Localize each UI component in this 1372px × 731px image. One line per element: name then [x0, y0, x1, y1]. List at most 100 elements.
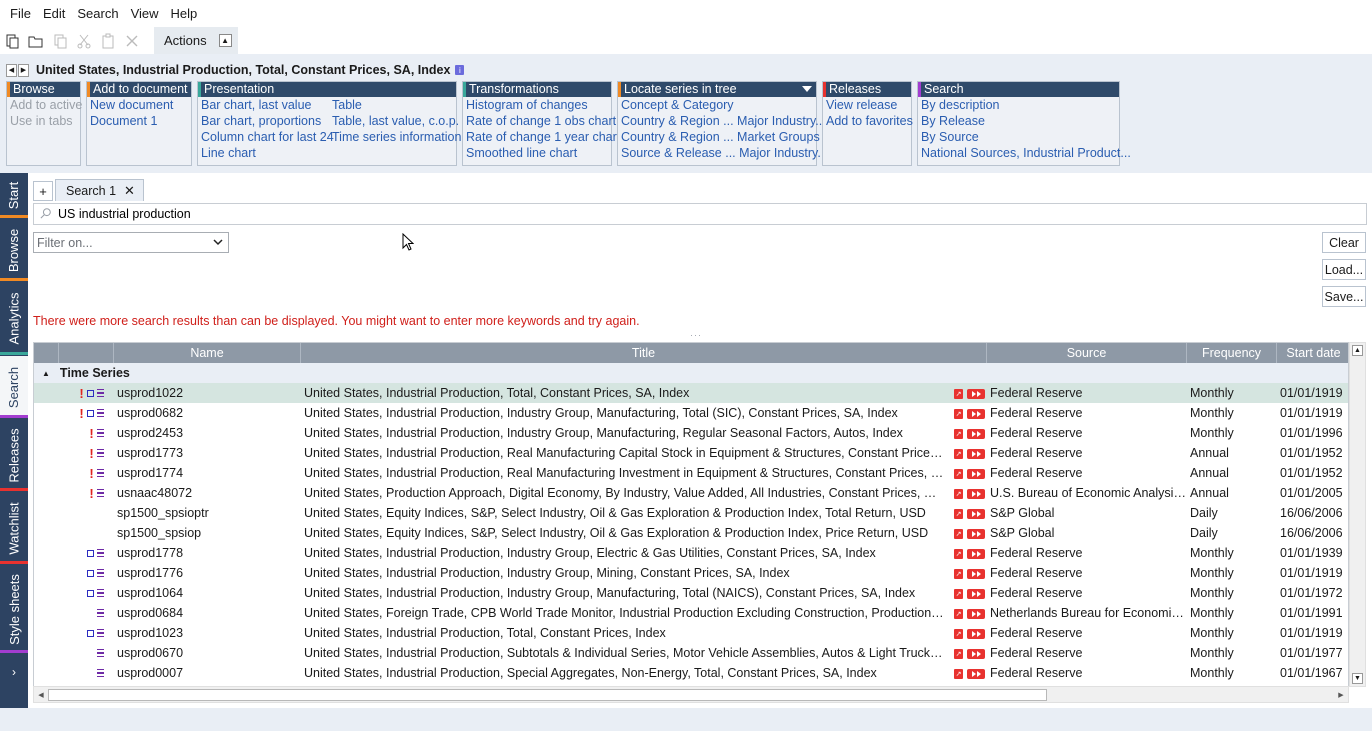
actions-tab[interactable]: Actions ▲: [154, 27, 238, 54]
link-column-chart-last-24[interactable]: Column chart for last 24: [200, 129, 334, 145]
add-series-icon[interactable]: [967, 629, 985, 639]
link-country-region-market-groups[interactable]: Country & Region ... Market Groups: [620, 129, 828, 145]
add-series-icon[interactable]: [967, 609, 985, 619]
add-tab-button[interactable]: +: [33, 181, 53, 201]
table-row[interactable]: usprod1023 United States, Industrial Prod…: [34, 623, 1348, 643]
table-row[interactable]: ! usnaac48072 United States, Production Ap…: [34, 483, 1348, 503]
table-row[interactable]: ! usprod1022 United States, Industrial Pro…: [34, 383, 1348, 403]
paste-icon[interactable]: [96, 29, 120, 53]
new-document-icon[interactable]: [0, 29, 24, 53]
link-histogram-of-changes[interactable]: Histogram of changes: [465, 97, 620, 113]
table-row[interactable]: sp1500_spsiop United States, Equity Indic…: [34, 523, 1348, 543]
horizontal-scrollbar[interactable]: ◀ ▶: [33, 686, 1349, 703]
add-series-icon[interactable]: [967, 589, 985, 599]
table-row[interactable]: usprod1778 United States, Industrial Prod…: [34, 543, 1348, 563]
tab-browse[interactable]: Browse: [0, 219, 28, 281]
menu-search[interactable]: Search: [71, 0, 124, 27]
table-row[interactable]: usprod0007 United States, Industrial Prod…: [34, 663, 1348, 683]
table-row[interactable]: ! usprod2453 United States, Industrial Pro…: [34, 423, 1348, 443]
nav-forward-icon[interactable]: ▶: [18, 63, 29, 77]
link-by-source[interactable]: By Source: [920, 129, 1131, 145]
table-row[interactable]: usprod0670 United States, Industrial Prod…: [34, 643, 1348, 663]
add-series-icon[interactable]: [967, 389, 985, 399]
add-series-icon[interactable]: [967, 549, 985, 559]
open-series-icon[interactable]: ↗: [954, 649, 963, 659]
clear-button[interactable]: Clear: [1322, 232, 1366, 253]
open-series-icon[interactable]: ↗: [954, 489, 963, 499]
add-series-icon[interactable]: [967, 509, 985, 519]
table-row[interactable]: usprod1064 United States, Industrial Prod…: [34, 583, 1348, 603]
link-country-region-major-industry[interactable]: Country & Region ... Major Industry...: [620, 113, 828, 129]
scroll-right-icon[interactable]: ▶: [1336, 689, 1346, 701]
link-bar-chart-last-value[interactable]: Bar chart, last value: [200, 97, 331, 113]
tab-style-sheets[interactable]: Style sheets: [0, 565, 28, 653]
header-name[interactable]: Name: [114, 343, 301, 363]
tab-search[interactable]: Search: [0, 356, 28, 418]
add-series-icon[interactable]: [967, 669, 985, 679]
tab-start[interactable]: Start: [0, 173, 28, 218]
link-bar-chart-proportions[interactable]: Bar chart, proportions: [200, 113, 331, 129]
link-table[interactable]: Table: [331, 97, 461, 113]
link-concept-category[interactable]: Concept & Category: [620, 97, 828, 113]
close-icon[interactable]: ✕: [124, 183, 135, 199]
add-series-icon[interactable]: [967, 469, 985, 479]
splitter-handle[interactable]: ···: [690, 330, 702, 340]
tab-search-1[interactable]: Search 1 ✕: [55, 179, 144, 201]
add-series-icon[interactable]: [967, 409, 985, 419]
open-folder-icon[interactable]: [24, 29, 48, 53]
table-row[interactable]: ! usprod1774 United States, Industrial Pro…: [34, 463, 1348, 483]
collapse-caret-icon[interactable]: ▲: [42, 369, 50, 378]
nav-back-icon[interactable]: ◀: [6, 63, 17, 77]
menu-view[interactable]: View: [125, 0, 165, 27]
menu-help[interactable]: Help: [165, 0, 204, 27]
save-button[interactable]: Save...: [1322, 286, 1366, 307]
open-series-icon[interactable]: ↗: [954, 429, 963, 439]
open-series-icon[interactable]: ↗: [954, 549, 963, 559]
filter-dropdown[interactable]: Filter on...: [33, 232, 229, 253]
search-field[interactable]: [33, 203, 1367, 225]
scroll-thumb[interactable]: [48, 689, 1047, 701]
search-input[interactable]: [58, 207, 1258, 221]
scroll-down-icon[interactable]: ▼: [1352, 673, 1363, 684]
table-row[interactable]: ! usprod1773 United States, Industrial Pro…: [34, 443, 1348, 463]
header-source[interactable]: Source: [987, 343, 1187, 363]
table-row[interactable]: usprod0684 United States, Foreign Trade, …: [34, 603, 1348, 623]
table-row[interactable]: ! usprod0682 United States, Industrial Pro…: [34, 403, 1348, 423]
link-line-chart[interactable]: Line chart: [200, 145, 331, 161]
link-national-sources[interactable]: National Sources, Industrial Product...: [920, 145, 1131, 161]
cut-icon[interactable]: [72, 29, 96, 53]
open-series-icon[interactable]: ↗: [954, 509, 963, 519]
menu-file[interactable]: File: [4, 0, 37, 27]
link-view-release[interactable]: View release: [825, 97, 913, 113]
info-icon[interactable]: i: [455, 65, 465, 75]
header-start-date[interactable]: Start date: [1277, 343, 1348, 363]
link-by-description[interactable]: By description: [920, 97, 1131, 113]
open-series-icon[interactable]: ↗: [954, 589, 963, 599]
add-series-icon[interactable]: [967, 489, 985, 499]
open-series-icon[interactable]: ↗: [954, 449, 963, 459]
link-source-release-major-industry[interactable]: Source & Release ... Major Industry...: [620, 145, 828, 161]
vertical-scrollbar[interactable]: ▲ ▼: [1349, 342, 1366, 687]
header-title[interactable]: Title: [301, 343, 987, 363]
expand-chevron-icon[interactable]: ›: [0, 659, 28, 685]
menu-edit[interactable]: Edit: [37, 0, 71, 27]
group-header-locate[interactable]: Locate series in tree: [618, 82, 816, 97]
link-document-1[interactable]: Document 1: [89, 113, 173, 129]
chevron-down-icon[interactable]: [802, 86, 812, 92]
add-series-icon[interactable]: [967, 429, 985, 439]
tab-watchlist[interactable]: Watchlist: [0, 492, 28, 564]
table-row[interactable]: usprod1776 United States, Industrial Prod…: [34, 563, 1348, 583]
open-series-icon[interactable]: ↗: [954, 469, 963, 479]
group-row-time-series[interactable]: ▲ Time Series: [34, 363, 1348, 383]
link-rate-of-change-1-obs[interactable]: Rate of change 1 obs chart: [465, 113, 620, 129]
collapse-ribbon-icon[interactable]: ▲: [218, 34, 232, 47]
link-rate-of-change-1-year[interactable]: Rate of change 1 year chart: [465, 129, 620, 145]
open-series-icon[interactable]: ↗: [954, 409, 963, 419]
open-series-icon[interactable]: ↗: [954, 529, 963, 539]
copy-icon[interactable]: [48, 29, 72, 53]
link-by-release[interactable]: By Release: [920, 113, 1131, 129]
table-row[interactable]: sp1500_spsioptr United States, Equity Ind…: [34, 503, 1348, 523]
open-series-icon[interactable]: ↗: [954, 629, 963, 639]
link-table-last-value[interactable]: Table, last value, c.o.p.: [331, 113, 461, 129]
scroll-up-icon[interactable]: ▲: [1352, 345, 1363, 356]
